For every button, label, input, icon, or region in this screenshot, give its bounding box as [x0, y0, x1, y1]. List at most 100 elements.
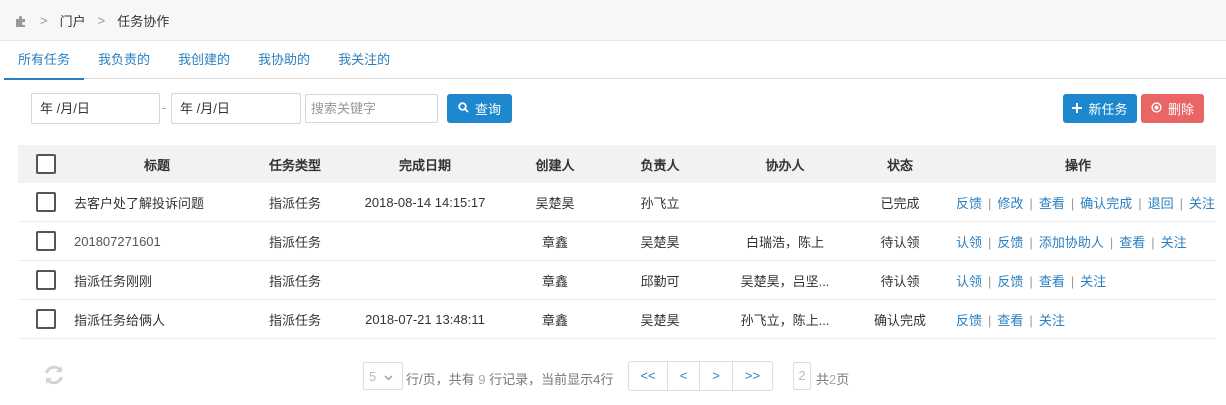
row-op-link[interactable]: 查看 [1039, 196, 1065, 211]
row-creator: 章鑫 [541, 312, 568, 328]
prev-page-button[interactable]: < [668, 362, 700, 390]
table-body: 去客户处了解投诉问题 指派任务 2018-08-14 14:15:17 吴楚昊 孙飞立已… [18, 183, 1216, 339]
op-separator: | [1151, 234, 1155, 250]
row-op-link[interactable]: 认领 [956, 274, 982, 289]
row-owner: 吴楚昊 [640, 234, 680, 250]
pager-buttons: << < > >> [628, 361, 773, 391]
row-creator: 吴楚昊 [535, 195, 575, 211]
table-row: 201807271601 指派任务 章鑫 吴楚昊 白瑞浩，陈上 待认领 认领 | 反馈 | 添加协助… [18, 222, 1216, 261]
tab-my-assisted[interactable]: 我协助的 [244, 41, 324, 79]
first-page-button[interactable]: << [629, 362, 668, 390]
puzzle-icon [14, 13, 28, 27]
pager-pages: 共2页 [816, 369, 849, 388]
row-op-link[interactable]: 查看 [997, 313, 1023, 328]
next-page-button[interactable]: > [700, 362, 733, 390]
row-type: 指派任务 [268, 234, 321, 250]
row-op-link[interactable]: 退回 [1148, 196, 1174, 211]
header-creator: 创建人 [535, 157, 575, 173]
row-checkbox[interactable] [36, 192, 56, 212]
row-creator: 章鑫 [541, 234, 568, 250]
row-checkbox[interactable] [36, 270, 56, 290]
chevron-right-icon: > [97, 12, 106, 28]
query-button[interactable]: 查询 [447, 94, 512, 123]
pager-text-c: 共 [816, 372, 830, 387]
page-size-select[interactable]: 5 [363, 362, 403, 390]
tab-my-responsible[interactable]: 我负责的 [84, 41, 164, 79]
total-rows: 9 [478, 372, 486, 387]
search-input[interactable] [305, 94, 438, 123]
op-separator: | [1109, 234, 1114, 250]
pager-summary: 行/页，共有 9 行记录，当前显示4行 [406, 369, 613, 388]
last-page-button[interactable]: >> [733, 362, 772, 390]
row-status: 待认领 [880, 273, 920, 289]
op-separator: | [1070, 195, 1075, 211]
op-separator: | [1179, 195, 1184, 211]
row-date: 2018-08-14 14:15:17 [364, 194, 486, 210]
row-op-link[interactable]: 关注 [1039, 313, 1065, 328]
row-checkbox-cell [18, 231, 74, 251]
tab-all-tasks[interactable]: 所有任务 [4, 41, 85, 80]
row-op-link[interactable]: 反馈 [956, 313, 982, 328]
chevron-right-icon: > [40, 12, 48, 28]
table-row: 去客户处了解投诉问题 指派任务 2018-08-14 14:15:17 吴楚昊 孙飞立 已… [18, 183, 1216, 222]
row-op-link[interactable]: 反馈 [997, 235, 1023, 250]
row-status: 确认完成 [873, 312, 926, 328]
header-owner: 负责人 [640, 157, 680, 173]
row-operations: 反馈 | 修改 | 查看 | 确认完成 | 退回 | 关注 [940, 193, 1216, 212]
row-checkbox-cell [18, 192, 74, 212]
row-op-link[interactable]: 认领 [956, 235, 982, 250]
start-date-input[interactable]: 年 /月/日 [31, 93, 160, 124]
row-op-link[interactable]: 反馈 [997, 274, 1023, 289]
row-op-link[interactable]: 查看 [1039, 274, 1065, 289]
op-separator: | [988, 195, 992, 211]
header-assist: 协办人 [765, 157, 805, 173]
row-op-link[interactable]: 添加协助人 [1039, 235, 1104, 250]
task-table: 标题 任务类型 完成日期 创建人 负责人 协办人 状态 操作 去客户处了解投诉问… [18, 145, 1216, 339]
row-type: 指派任务 [268, 195, 321, 211]
row-title: 201807271601 [74, 233, 161, 249]
delete-circle-icon [1151, 101, 1162, 116]
query-button-label: 查询 [474, 102, 501, 117]
breadcrumb-item-portal[interactable]: 门户 [60, 11, 86, 30]
row-operations: 反馈 | 查看 | 关注 [940, 310, 1216, 329]
row-type: 指派任务 [268, 273, 321, 289]
select-all-checkbox-cell [18, 154, 74, 174]
select-all-checkbox[interactable] [36, 154, 56, 174]
row-op-link[interactable]: 反馈 [956, 196, 982, 211]
row-op-link[interactable]: 确认完成 [1080, 196, 1132, 211]
row-operations: 认领 | 反馈 | 查看 | 关注 [940, 271, 1216, 290]
table-row: 指派任务给俩人 指派任务 2018-07-21 13:48:11 章鑫 吴楚昊 孙飞立，陈… [18, 300, 1216, 339]
row-owner: 吴楚昊 [640, 312, 680, 328]
row-op-link[interactable]: 修改 [997, 196, 1023, 211]
row-title: 去客户处了解投诉问题 [74, 195, 205, 211]
row-checkbox[interactable] [36, 309, 56, 329]
op-separator: | [1138, 195, 1142, 211]
header-title: 标题 [143, 157, 170, 173]
refresh-icon[interactable] [42, 363, 66, 387]
end-date-input[interactable]: 年 /月/日 [171, 93, 301, 124]
table-header: 标题 任务类型 完成日期 创建人 负责人 协办人 状态 操作 [18, 145, 1216, 183]
row-op-link[interactable]: 关注 [1161, 235, 1187, 250]
row-op-link[interactable]: 关注 [1189, 196, 1215, 211]
pager-text-b: 行记录，当前显示4行 [489, 372, 614, 387]
row-date: 2018-07-21 13:48:11 [365, 311, 485, 327]
search-icon [458, 101, 469, 116]
op-separator: | [988, 234, 992, 250]
current-page-input[interactable]: 2 [793, 362, 811, 390]
row-assist: 孙飞立，陈上... [740, 312, 830, 328]
new-task-button[interactable]: 新任务 [1063, 94, 1137, 123]
row-creator: 章鑫 [541, 273, 568, 289]
task-tabs: 所有任务 我负责的 我创建的 我协助的 我关注的 [4, 41, 1226, 80]
tab-my-followed[interactable]: 我关注的 [324, 41, 404, 79]
row-checkbox[interactable] [36, 231, 56, 251]
row-assist: 白瑞浩，陈上 [745, 234, 824, 250]
date-range-separator: - [162, 100, 167, 115]
tab-my-created[interactable]: 我创建的 [164, 41, 244, 79]
row-op-link[interactable]: 查看 [1119, 235, 1145, 250]
breadcrumb: > 门户 > 任务协作 [0, 0, 1226, 41]
delete-button[interactable]: 删除 [1141, 94, 1204, 123]
op-separator: | [1029, 234, 1033, 250]
op-separator: | [1070, 273, 1075, 289]
row-owner: 孙飞立 [640, 195, 680, 211]
row-op-link[interactable]: 关注 [1080, 274, 1106, 289]
